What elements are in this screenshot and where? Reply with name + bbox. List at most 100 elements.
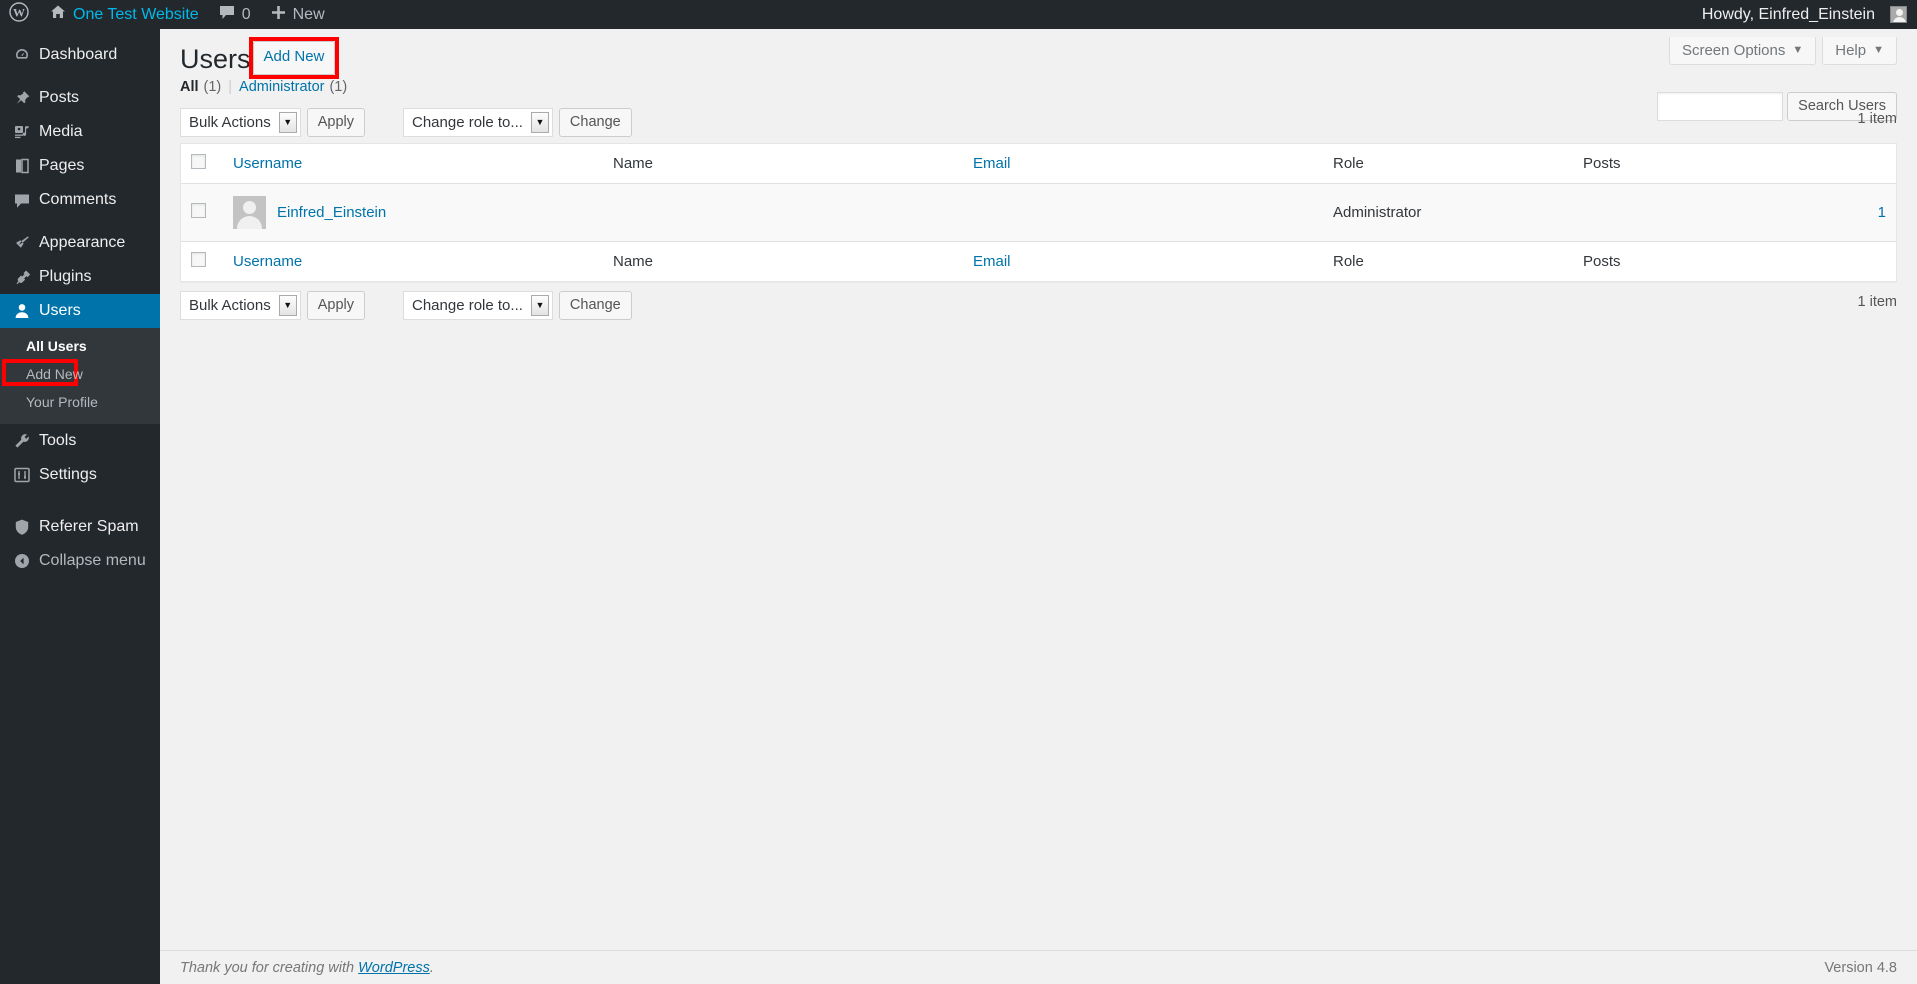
screen-options-button[interactable]: Screen Options ▼ (1668, 37, 1817, 65)
change-role-select-bottom[interactable]: Change role to... ▼ (403, 290, 553, 320)
submenu-item-all-users[interactable]: All Users (0, 332, 160, 360)
sidebar-item-label: Pages (39, 157, 85, 174)
sidebar-item-label: Tools (39, 432, 77, 449)
users-table-head: Username Name Email Role Posts (181, 144, 1896, 184)
sidebar-item-plugins[interactable]: Plugins (0, 260, 160, 294)
users-submenu: All Users Add New Your Profile (0, 328, 160, 424)
filter-link-administrator[interactable]: Administrator (239, 79, 324, 95)
row-checkbox[interactable] (191, 203, 206, 218)
sidebar-item-posts[interactable]: Posts (0, 81, 160, 115)
column-footer-email[interactable]: Email (963, 241, 1323, 281)
filter-count-administrator: (1) (329, 79, 348, 95)
table-row: Einfred_Einstein Administrator 1 (181, 184, 1896, 241)
filter-count-all: (1) (203, 79, 222, 95)
my-account-menu[interactable]: Howdy, Einfred_Einstein (1692, 0, 1917, 29)
user-identity: Einfred_Einstein (233, 196, 593, 229)
menu-spacer-2 (0, 217, 160, 226)
page-header-row: Users Add New (180, 29, 1897, 79)
change-role-button[interactable]: Change (558, 107, 632, 137)
comments-bubble-button[interactable]: 0 (209, 0, 261, 29)
sidebar-item-label: Settings (39, 466, 97, 483)
sort-link-username-footer[interactable]: Username (233, 253, 302, 270)
bulk-actions-select-bottom[interactable]: Bulk Actions ▼ (180, 290, 301, 320)
add-new-button[interactable]: Add New (252, 41, 336, 75)
select-all-checkbox-footer[interactable] (191, 252, 206, 267)
wordpress-logo-button[interactable]: W (0, 0, 40, 29)
site-name-menu[interactable]: One Test Website (40, 0, 209, 29)
svg-text:W: W (13, 6, 25, 20)
tablenav-bottom: Bulk Actions ▼ Apply Change role to... ▼… (180, 290, 1897, 320)
sort-link-email[interactable]: Email (973, 155, 1011, 172)
menu-spacer-4 (0, 501, 160, 510)
column-footer-posts: Posts (1573, 241, 1896, 281)
chevron-down-icon: ▼ (530, 111, 549, 133)
menu-spacer-3 (0, 492, 160, 501)
cell-email (963, 184, 1323, 241)
new-content-menu[interactable]: New (261, 0, 335, 29)
change-role-select[interactable]: Change role to... ▼ (403, 107, 553, 137)
wordpress-link[interactable]: WordPress (358, 960, 430, 976)
select-all-header[interactable] (181, 144, 223, 184)
sidebar-item-label: Plugins (39, 268, 92, 285)
footer-thankyou-suffix: . (429, 959, 434, 976)
sort-link-email-footer[interactable]: Email (973, 253, 1011, 270)
change-role-button-bottom[interactable]: Change (558, 290, 632, 320)
pushpin-icon (8, 89, 36, 107)
plus-icon (271, 5, 286, 25)
howdy-label: Howdy, Einfred_Einstein (1701, 5, 1875, 23)
filter-separator: | (228, 79, 233, 95)
item-count-top: 1 item (1857, 111, 1898, 127)
user-role-filter-links: All (1) | Administrator (1) (180, 79, 1897, 95)
help-button[interactable]: Help ▼ (1822, 37, 1897, 65)
sidebar-item-collapse-menu[interactable]: Collapse menu (0, 544, 160, 578)
sidebar-item-label: Referer Spam (39, 518, 139, 535)
row-select-cell[interactable] (181, 184, 223, 241)
apply-bulk-action-button[interactable]: Apply (306, 107, 365, 137)
user-link[interactable]: Einfred_Einstein (277, 204, 386, 221)
sort-link-username[interactable]: Username (233, 155, 302, 172)
footer-thankyou-prefix: Thank you for creating with (180, 959, 359, 976)
sidebar-item-dashboard[interactable]: Dashboard (0, 38, 160, 72)
filter-link-all[interactable]: All (180, 79, 199, 95)
menu-spacer-1 (0, 72, 160, 81)
submenu-item-your-profile[interactable]: Your Profile (0, 388, 160, 416)
admin-bar-right: Howdy, Einfred_Einstein (1692, 0, 1917, 29)
admin-bar: W One Test Website 0 New Howdy, Einfred_… (0, 0, 1917, 29)
media-music-note-icon (8, 123, 36, 141)
chevron-down-icon: ▼ (278, 111, 297, 133)
sidebar-item-pages[interactable]: Pages (0, 149, 160, 183)
sidebar-item-settings[interactable]: Settings (0, 458, 160, 492)
select-all-footer[interactable] (181, 241, 223, 281)
column-header-email[interactable]: Email (963, 144, 1323, 184)
sidebar-item-media[interactable]: Media (0, 115, 160, 149)
sidebar-item-appearance[interactable]: Appearance (0, 226, 160, 260)
item-count-bottom: 1 item (1857, 294, 1898, 310)
submenu-item-add-new[interactable]: Add New (0, 360, 160, 388)
user-avatar-icon (1890, 6, 1907, 23)
home-icon (50, 4, 66, 25)
footer-thankyou: Thank you for creating with WordPress. (180, 960, 434, 976)
sidebar-item-users[interactable]: Users (0, 294, 168, 328)
column-footer-username[interactable]: Username (223, 241, 603, 281)
cell-username: Einfred_Einstein (223, 184, 603, 241)
bulk-actions-select[interactable]: Bulk Actions ▼ (180, 107, 301, 137)
sliders-icon (8, 466, 36, 484)
comment-bubble-icon (219, 5, 235, 25)
sidebar-item-comments[interactable]: Comments (0, 183, 160, 217)
apply-bulk-action-button-bottom[interactable]: Apply (306, 290, 365, 320)
collapse-arrow-icon (8, 552, 36, 570)
chevron-down-icon: ▼ (530, 294, 549, 316)
admin-sidebar-menu: Dashboard Posts Media Pages Comments App… (0, 29, 168, 984)
sidebar-item-tools[interactable]: Tools (0, 424, 160, 458)
sidebar-item-label: Dashboard (39, 46, 118, 63)
users-table: Username Name Email Role Posts Einfred_E… (180, 143, 1897, 282)
shield-icon (8, 518, 36, 536)
sidebar-item-label: Media (39, 123, 83, 140)
sidebar-item-referer-spam[interactable]: Referer Spam (0, 510, 160, 544)
footer-version: Version 4.8 (1824, 959, 1897, 976)
column-header-username[interactable]: Username (223, 144, 603, 184)
sidebar-item-label: Users (39, 302, 81, 319)
post-count-link[interactable]: 1 (1878, 204, 1886, 221)
select-all-checkbox[interactable] (191, 154, 206, 169)
new-label: New (292, 5, 325, 23)
